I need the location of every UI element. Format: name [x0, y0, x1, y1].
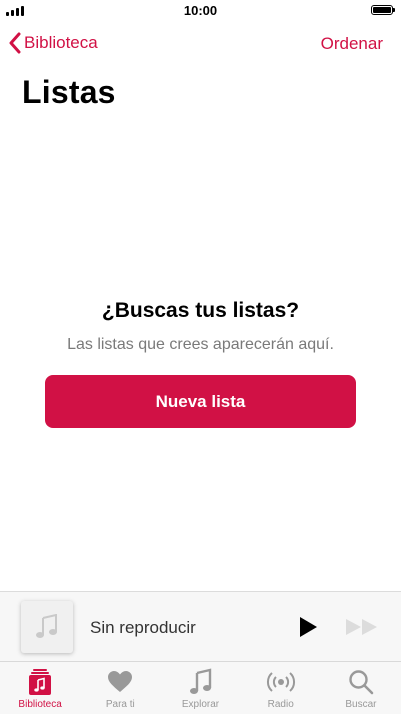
- tab-for-you[interactable]: Para ti: [80, 662, 160, 714]
- status-time: 10:00: [183, 3, 218, 18]
- music-note-icon: [189, 668, 211, 694]
- tab-for-you-label: Para ti: [105, 699, 135, 710]
- empty-state-subtitle: Las listas que crees aparecerán aquí.: [67, 336, 334, 353]
- back-button[interactable]: Biblioteca: [8, 32, 98, 54]
- new-playlist-button[interactable]: Nueva lista: [45, 375, 356, 428]
- now-playing-title: Sin reproducir: [90, 618, 196, 637]
- play-icon: [300, 617, 317, 637]
- battery-icon: [371, 5, 395, 15]
- back-button-label: Biblioteca: [24, 33, 98, 52]
- library-icon: [29, 669, 52, 695]
- radio-icon: [266, 672, 295, 692]
- tab-browse-label: Explorar: [181, 699, 220, 710]
- artwork-placeholder: [21, 601, 73, 653]
- page-title: Listas: [22, 74, 116, 110]
- music-note-icon: [36, 614, 57, 638]
- fast-forward-button[interactable]: [345, 618, 379, 641]
- mini-player[interactable]: Sin reproducir: [0, 591, 401, 662]
- tab-browse[interactable]: Explorar: [160, 662, 240, 714]
- tab-search[interactable]: Buscar: [321, 662, 401, 714]
- play-button[interactable]: [298, 616, 318, 643]
- heart-icon: [108, 671, 133, 692]
- tab-search-label: Buscar: [345, 699, 377, 710]
- tab-radio[interactable]: Radio: [241, 662, 321, 714]
- tab-library[interactable]: Biblioteca: [0, 662, 80, 714]
- tab-bar: Biblioteca Para ti Explorar Radio Buscar: [0, 661, 401, 714]
- fast-forward-icon: [346, 619, 377, 635]
- search-icon: [349, 670, 374, 695]
- tab-radio-label: Radio: [267, 699, 294, 710]
- chevron-left-icon: [9, 32, 21, 54]
- status-bar: 10:00: [0, 0, 401, 22]
- empty-state-title: ¿Buscas tus listas?: [101, 299, 300, 322]
- sort-button[interactable]: Ordenar: [321, 34, 383, 54]
- tab-library-label: Biblioteca: [18, 699, 62, 710]
